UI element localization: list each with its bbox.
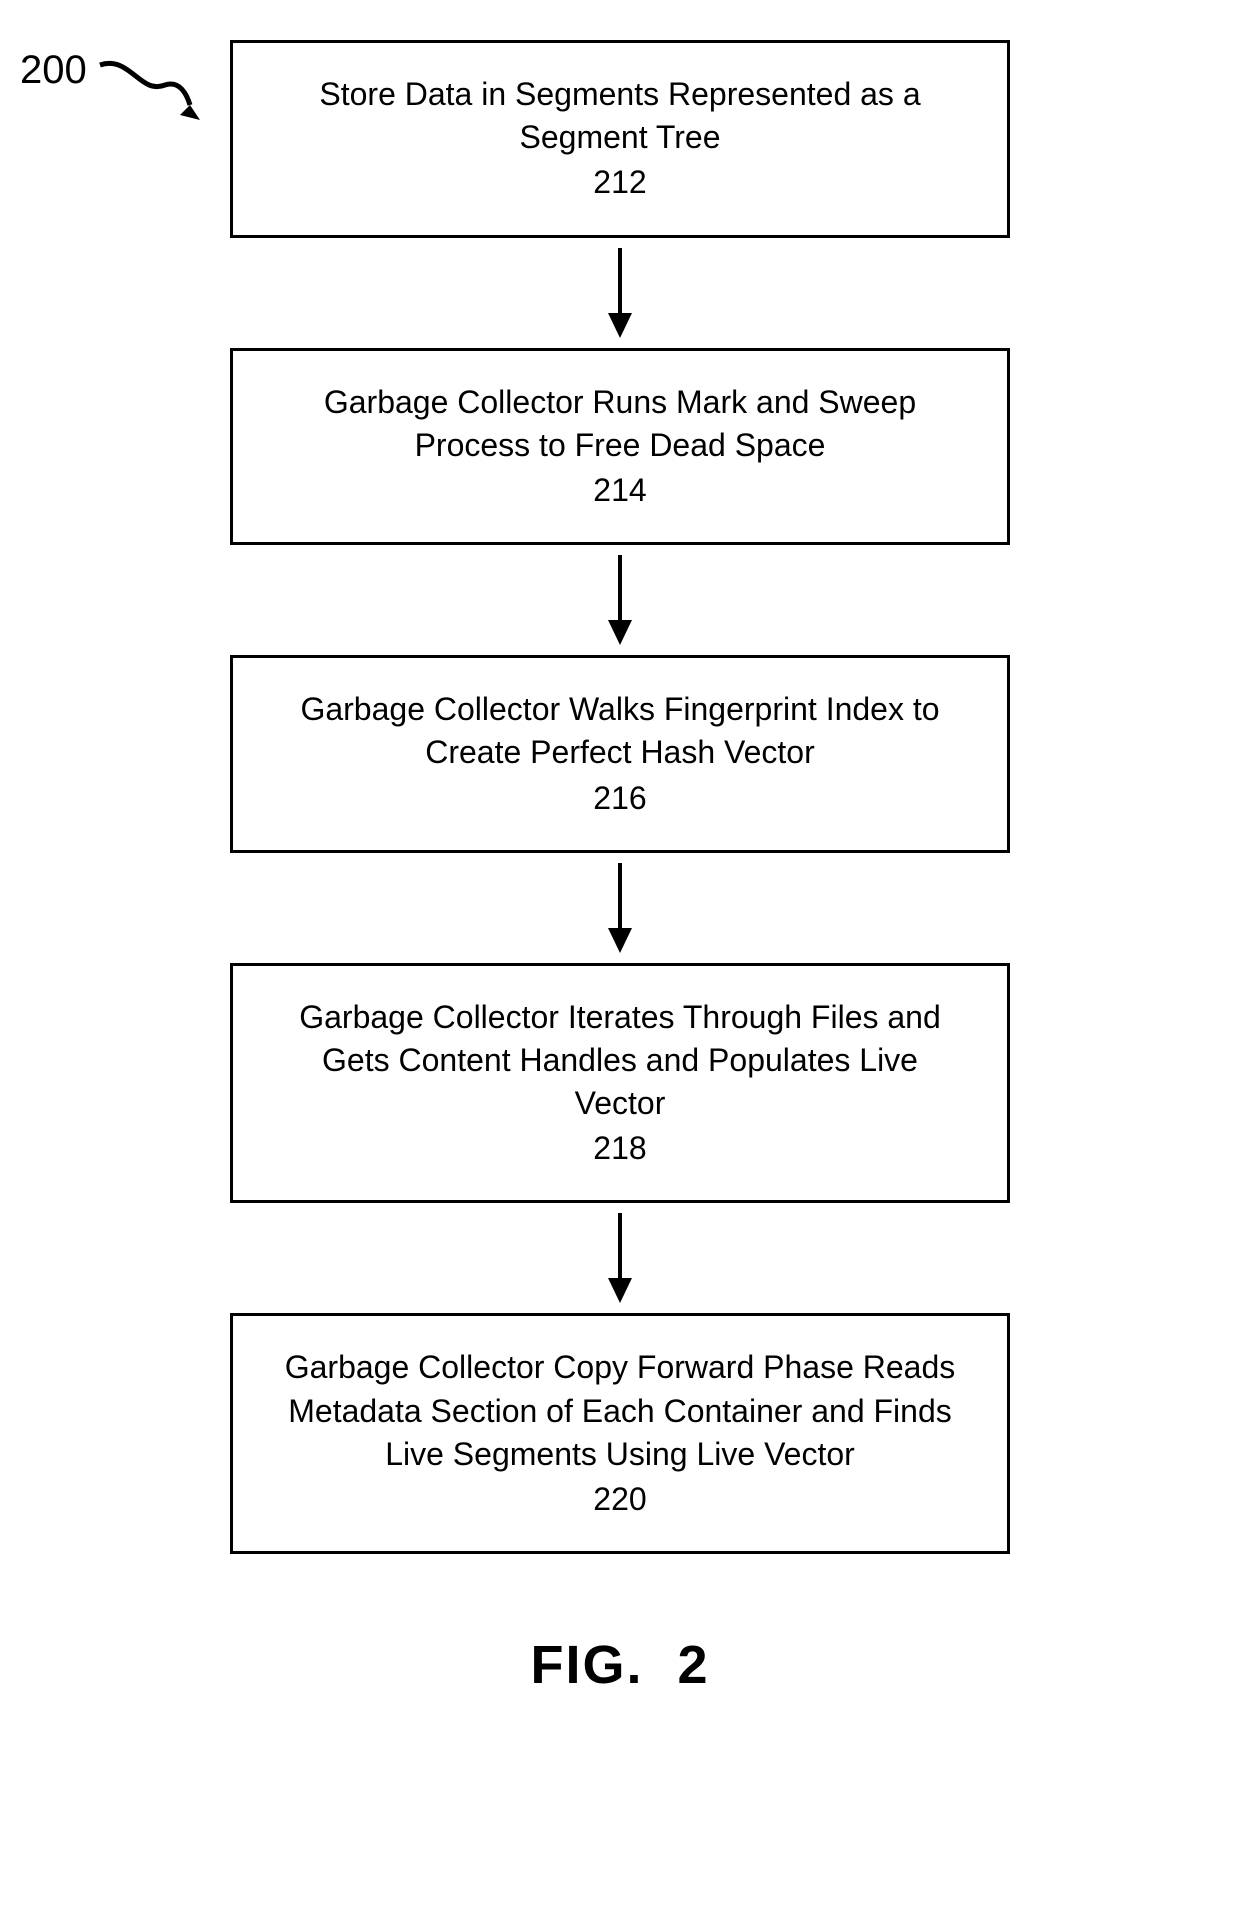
flow-step-214: Garbage Collector Runs Mark and Sweep Pr… (230, 348, 1010, 546)
flow-step-num: 220 (273, 1478, 967, 1521)
flow-step-text: Garbage Collector Walks Fingerprint Inde… (273, 688, 967, 774)
flow-step-220: Garbage Collector Copy Forward Phase Rea… (230, 1313, 1010, 1554)
reference-number-label: 200 (20, 50, 205, 130)
arrow-down-icon (600, 1213, 640, 1303)
flowchart-diagram: 200 Store Data in Segments Represented a… (0, 40, 1240, 1696)
flow-step-num: 216 (273, 777, 967, 820)
arrow-down-icon (600, 248, 640, 338)
flow-step-text: Garbage Collector Iterates Through Files… (273, 996, 967, 1126)
flow-step-216: Garbage Collector Walks Fingerprint Inde… (230, 655, 1010, 853)
flow-step-num: 218 (273, 1127, 967, 1170)
flow-step-text: Garbage Collector Copy Forward Phase Rea… (273, 1346, 967, 1476)
wavy-arrow-icon (95, 60, 205, 130)
flow-step-text: Store Data in Segments Represented as a … (273, 73, 967, 159)
flow-step-212: Store Data in Segments Represented as a … (230, 40, 1010, 238)
arrow-down-icon (600, 555, 640, 645)
flow-step-218: Garbage Collector Iterates Through Files… (230, 963, 1010, 1204)
figure-label: FIG. 2 (530, 1634, 709, 1696)
flow-step-text: Garbage Collector Runs Mark and Sweep Pr… (273, 381, 967, 467)
arrow-down-icon (600, 863, 640, 953)
reference-number-text: 200 (20, 50, 87, 90)
flow-step-num: 214 (273, 469, 967, 512)
flow-step-num: 212 (273, 161, 967, 204)
